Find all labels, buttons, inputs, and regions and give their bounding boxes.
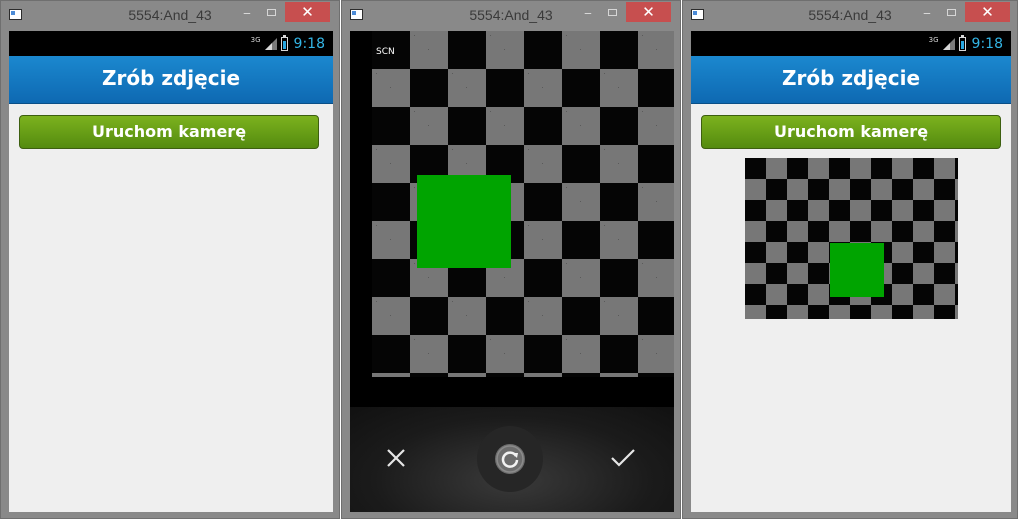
action-bar-title: Zrób zdjęcie bbox=[101, 66, 241, 90]
camera-preview[interactable]: SCN bbox=[350, 31, 674, 407]
green-square bbox=[830, 243, 884, 297]
emulator-window-1: 5554:And_43 ‒ ✕ 3G 9:18 Zrób zdjęcie Uru… bbox=[0, 0, 340, 519]
status-bar: 3G 9:18 bbox=[691, 31, 1011, 56]
close-button[interactable]: ✕ bbox=[285, 2, 330, 22]
maximize-icon bbox=[947, 9, 956, 16]
signal-icon bbox=[942, 37, 955, 50]
battery-icon bbox=[280, 34, 288, 51]
maximize-button[interactable] bbox=[940, 5, 964, 23]
minimize-button[interactable]: ‒ bbox=[915, 5, 939, 23]
green-square bbox=[417, 175, 511, 268]
signal-icon bbox=[264, 37, 277, 50]
action-bar: Zrób zdjęcie bbox=[691, 56, 1011, 104]
close-button[interactable]: ✕ bbox=[626, 2, 671, 22]
android-screen: 3G 9:18 Zrób zdjęcie Uruchom kamerę bbox=[9, 31, 333, 512]
android-screen: SCN bbox=[350, 31, 674, 512]
action-bar-title: Zrób zdjęcie bbox=[781, 66, 921, 90]
android-screen: 3G 9:18 Zrób zdjęcie Uruchom kamerę bbox=[691, 31, 1011, 512]
retake-button[interactable] bbox=[477, 426, 543, 492]
maximize-icon bbox=[608, 9, 617, 16]
maximize-icon bbox=[267, 9, 276, 16]
maximize-button[interactable] bbox=[601, 5, 625, 23]
network-type-label: 3G bbox=[928, 35, 939, 44]
minimize-button[interactable]: ‒ bbox=[235, 5, 259, 23]
launch-camera-button[interactable]: Uruchom kamerę bbox=[701, 115, 1001, 149]
maximize-button[interactable] bbox=[260, 5, 284, 23]
status-bar: 3G 9:18 bbox=[9, 31, 333, 56]
captured-photo bbox=[745, 158, 958, 319]
network-type-label: 3G bbox=[250, 35, 261, 44]
status-clock: 9:18 bbox=[293, 35, 325, 52]
window-titlebar[interactable]: 5554:And_43 ‒ ✕ bbox=[1, 1, 339, 31]
status-clock: 9:18 bbox=[971, 35, 1003, 52]
window-titlebar[interactable]: 5554:And_43 ‒ ✕ bbox=[683, 1, 1017, 31]
battery-icon bbox=[958, 34, 966, 51]
retake-icon bbox=[495, 444, 525, 474]
close-button[interactable]: ✕ bbox=[965, 2, 1010, 22]
action-bar: Zrób zdjęcie bbox=[9, 56, 333, 104]
emulator-window-3: 5554:And_43 ‒ ✕ 3G 9:18 Zrób zdjęcie Uru… bbox=[682, 0, 1018, 519]
window-titlebar[interactable]: 5554:And_43 ‒ ✕ bbox=[342, 1, 680, 31]
scene-mode-label[interactable]: SCN bbox=[376, 47, 395, 57]
launch-camera-button[interactable]: Uruchom kamerę bbox=[19, 115, 319, 149]
minimize-button[interactable]: ‒ bbox=[576, 5, 600, 23]
camera-controls bbox=[350, 407, 674, 512]
confirm-icon[interactable] bbox=[608, 445, 638, 471]
cancel-icon[interactable] bbox=[383, 445, 409, 471]
emulator-window-2: 5554:And_43 ‒ ✕ SCN bbox=[341, 0, 681, 519]
